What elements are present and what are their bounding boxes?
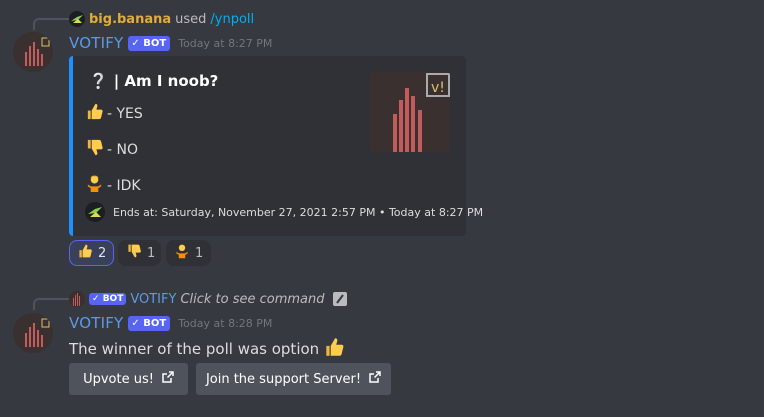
reaction-thumbs-down[interactable]: 1: [118, 240, 161, 266]
slash-command-icon: [332, 292, 347, 306]
message-header: VOTIFY ✓ BOT Today at 8:27 PM: [69, 34, 272, 52]
embed-thumbnail[interactable]: v!: [370, 72, 450, 152]
embed-footer: Ends at: Saturday, November 27, 2021 2:5…: [85, 202, 483, 222]
join-support-server-button[interactable]: Join the support Server!: [196, 363, 391, 395]
bot-tag: ✓ BOT: [128, 315, 171, 331]
timestamp: Today at 8:28 PM: [178, 316, 273, 330]
bot-tag: ✓ BOT: [89, 293, 127, 305]
command-reference[interactable]: big.banana used /ynpoll: [69, 10, 254, 28]
reaction-count: 1: [195, 245, 204, 261]
bot-tag: ✓ BOT: [128, 35, 171, 51]
upvote-us-button[interactable]: Upvote us!: [69, 363, 188, 395]
message-content: The winner of the poll was option: [69, 336, 345, 362]
reference-username[interactable]: big.banana: [89, 12, 171, 27]
timestamp: Today at 8:27 PM: [178, 36, 273, 50]
reaction-count: 2: [98, 245, 107, 261]
option-idk: - IDK: [85, 174, 141, 197]
thumbs-up-icon: [323, 336, 345, 362]
thumbs-up-icon: [77, 243, 93, 263]
thumbs-down-icon: [126, 243, 142, 263]
votify-avatar[interactable]: [13, 313, 53, 353]
author-name[interactable]: VOTIFY: [69, 314, 123, 332]
votify-avatar-mini[interactable]: [69, 291, 85, 307]
author-name[interactable]: VOTIFY: [69, 34, 123, 52]
reaction-person-shrugging[interactable]: 1: [166, 240, 211, 266]
user-avatar-mini[interactable]: [69, 11, 85, 27]
votify-avatar[interactable]: [13, 32, 53, 72]
thumbs-up-icon: [85, 102, 104, 125]
reply-spine: [33, 18, 69, 30]
external-link-icon: [369, 371, 381, 387]
reply-spine: [33, 298, 69, 310]
reaction-thumbs-up[interactable]: 2: [69, 240, 114, 266]
embed-title: ❔ | Am I noob?: [89, 72, 219, 90]
reaction-count: 1: [147, 245, 156, 261]
reference-author[interactable]: VOTIFY: [130, 292, 176, 307]
person-shrugging-icon: [85, 174, 104, 197]
reference-used-text: used: [175, 11, 207, 27]
footer-user-icon: [85, 202, 105, 222]
svg-text:v!: v!: [431, 80, 445, 96]
reference-command[interactable]: /ynpoll: [210, 12, 254, 27]
question-mark-icon: ❔: [89, 72, 108, 90]
message-header: VOTIFY ✓ BOT Today at 8:28 PM: [69, 314, 272, 332]
external-link-icon: [162, 371, 174, 387]
thumbs-down-icon: [85, 138, 104, 161]
person-shrugging-icon: [174, 243, 190, 263]
interaction-reference[interactable]: ✓ BOT VOTIFY Click to see command: [69, 290, 347, 308]
option-no: - NO: [85, 138, 138, 161]
click-to-see-command[interactable]: Click to see command: [180, 292, 324, 307]
option-yes: - YES: [85, 102, 143, 125]
poll-embed: ❔ | Am I noob? - YES - NO - IDK Ends at:…: [69, 56, 483, 236]
